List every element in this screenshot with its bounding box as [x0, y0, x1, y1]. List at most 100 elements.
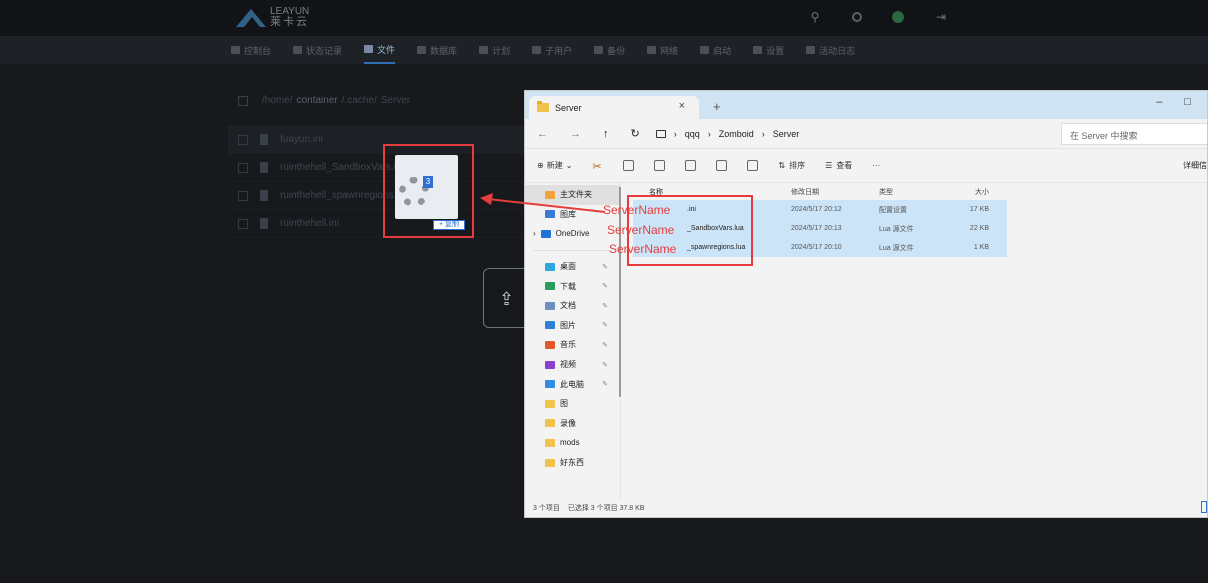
details-pane-button[interactable]: 详细信	[1183, 160, 1207, 171]
column-size[interactable]: 大小	[949, 187, 989, 197]
brand-logo[interactable]: LEAYUN 莱卡云	[236, 7, 309, 28]
sidebar-item-folder[interactable]: 好东西	[525, 453, 620, 473]
annotation-label: ServerName	[603, 203, 671, 217]
database-icon	[417, 46, 427, 54]
nav-item-activity-log[interactable]: 活动日志	[806, 36, 855, 64]
avatar[interactable]	[892, 11, 904, 23]
more-button[interactable]: ···	[872, 161, 880, 170]
gallery-icon	[545, 210, 555, 219]
breadcrumb: /home/ container /.cache/ Server	[238, 95, 410, 106]
view-toggle[interactable]	[1201, 501, 1207, 513]
path-segment[interactable]: Server	[773, 129, 800, 139]
up-button[interactable]: ↑	[603, 128, 609, 140]
sidebar-item-folder[interactable]: 录像	[525, 414, 620, 434]
nav-item-schedule[interactable]: 计划	[479, 36, 510, 64]
sidebar-item-music[interactable]: 音乐 ✎	[525, 335, 620, 355]
file-date: 2024/5/17 20:13	[791, 225, 842, 232]
path-segment[interactable]: Zomboid	[719, 129, 754, 139]
new-button[interactable]: ⊕ 新建 ⌄	[537, 160, 572, 171]
nav-item-subusers[interactable]: 子用户	[532, 36, 572, 64]
nav-item-startup[interactable]: 启动	[700, 36, 731, 64]
sidebar-item-videos[interactable]: 视频 ✎	[525, 355, 620, 375]
sidebar-item-desktop[interactable]: 桌面 ✎	[525, 257, 620, 277]
nav-item-network[interactable]: 网络	[647, 36, 678, 64]
search-input[interactable]: 在 Server 中搜索	[1061, 123, 1207, 145]
list-item[interactable]: fuayun.ini	[228, 126, 528, 154]
breadcrumb-part[interactable]: /.cache/	[342, 95, 377, 106]
nav-item-backup[interactable]: 备份	[594, 36, 625, 64]
select-all-checkbox[interactable]	[238, 95, 248, 106]
breadcrumb-part[interactable]: container	[297, 95, 338, 106]
computer-icon	[655, 129, 666, 138]
sidebar-item-downloads[interactable]: 下载 ✎	[525, 276, 620, 296]
folder-icon	[537, 101, 549, 112]
pin-icon: ✎	[602, 302, 608, 310]
row-checkbox[interactable]	[238, 162, 248, 173]
delete-icon[interactable]	[747, 160, 759, 171]
chevron-right-icon[interactable]: ›	[533, 229, 536, 238]
search-icon[interactable]: ⚲	[808, 10, 822, 24]
rename-icon[interactable]	[654, 160, 666, 171]
file-size: 1 KB	[973, 244, 989, 251]
maximize-button[interactable]: □	[1184, 96, 1191, 108]
list-item[interactable]: ruinthehell.ini	[228, 210, 528, 238]
music-icon	[545, 340, 555, 349]
close-tab-icon[interactable]: ×	[679, 100, 685, 112]
sidebar-item-folder[interactable]: mods	[525, 433, 620, 453]
file-icon	[260, 162, 268, 173]
forward-button[interactable]: →	[570, 128, 581, 140]
sidebar-item-folder[interactable]: 图	[525, 394, 620, 414]
tab-server[interactable]: Server ×	[529, 96, 699, 119]
picture-icon	[545, 321, 555, 330]
folder-icon	[545, 419, 555, 428]
cut-icon[interactable]: ✂	[592, 160, 603, 173]
refresh-button[interactable]: ↻	[631, 127, 640, 140]
sort-button[interactable]: ⇅ 排序	[778, 160, 805, 171]
minimize-button[interactable]: –	[1156, 96, 1162, 108]
sidebar-item-this-pc[interactable]: 此电脑 ✎	[525, 374, 620, 394]
breadcrumb-part[interactable]: /home/	[262, 95, 293, 106]
coin-icon[interactable]	[852, 12, 862, 22]
divider	[533, 249, 612, 251]
column-type[interactable]: 类型	[879, 187, 949, 197]
share-icon[interactable]	[716, 160, 728, 171]
address-bar: ← → ↑ ↻ › qqq › Zomboid › Server 在 Serve…	[525, 119, 1207, 149]
network-icon	[647, 46, 657, 54]
row-checkbox[interactable]	[238, 134, 248, 145]
file-type: Lua 源文件	[879, 244, 914, 252]
cloud-icon	[540, 229, 551, 238]
new-tab-button[interactable]: +	[713, 99, 721, 114]
view-button[interactable]: ☰ 查看	[825, 160, 852, 171]
copy-icon[interactable]	[623, 160, 635, 171]
highlight-box	[383, 144, 474, 238]
pin-icon: ✎	[602, 341, 608, 349]
list-item[interactable]: ruinthehell_SandboxVars.lua	[228, 154, 528, 182]
nav-item-files[interactable]: 文件	[364, 36, 396, 64]
nav-item-settings[interactable]: 设置	[753, 36, 784, 64]
row-checkbox[interactable]	[238, 218, 248, 229]
sidebar-item-documents[interactable]: 文档 ✎	[525, 296, 620, 316]
document-icon	[545, 301, 555, 310]
pin-icon: ✎	[602, 381, 608, 389]
nav-item-database[interactable]: 数据库	[417, 36, 457, 64]
row-checkbox[interactable]	[238, 190, 248, 201]
scrollbar[interactable]	[619, 187, 621, 397]
item-count: 3 个项目	[533, 505, 560, 512]
path-breadcrumb[interactable]: › qqq › Zomboid › Server	[655, 129, 800, 139]
sidebar-item-onedrive[interactable]: › OneDrive	[525, 224, 620, 244]
nav-item-console[interactable]: 控制台	[231, 36, 271, 64]
breadcrumb-part[interactable]: Server	[381, 95, 410, 106]
sidebar-item-pictures[interactable]: 图片 ✎	[525, 316, 620, 336]
path-segment[interactable]: qqq	[685, 129, 700, 139]
desktop-icon	[545, 262, 555, 271]
sidebar-item-home[interactable]: 主文件夹	[525, 185, 620, 205]
home-icon	[545, 190, 555, 199]
logout-icon[interactable]: ⇥	[934, 10, 948, 24]
list-item[interactable]: ruinthehell_spawnregions.lua	[228, 182, 528, 210]
back-button[interactable]: ←	[537, 128, 548, 140]
nav-item-status[interactable]: 状态记录	[293, 36, 342, 64]
column-date[interactable]: 修改日期	[791, 187, 879, 197]
cloud-upload-icon: ⇪	[499, 289, 515, 309]
paste-icon[interactable]	[685, 160, 697, 171]
command-bar: ⊕ 新建 ⌄ ✂ ⇅ 排序 ☰ 查看 ··· 详细信	[525, 149, 1207, 183]
